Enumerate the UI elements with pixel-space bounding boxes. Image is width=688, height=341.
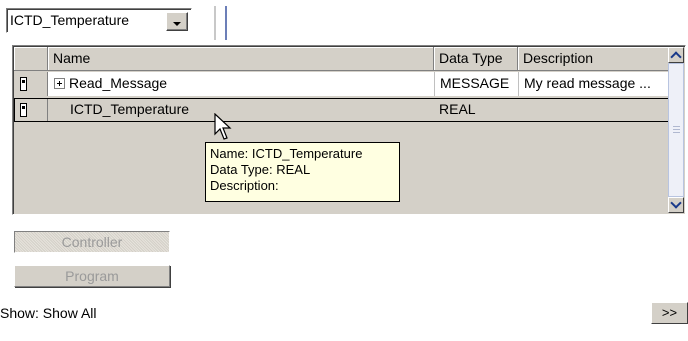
- cell-name: ICTD_Temperature: [48, 98, 434, 122]
- grip-line: [673, 129, 680, 130]
- scroll-up-button[interactable]: [668, 47, 684, 63]
- toolbar-divider: [214, 6, 216, 40]
- scroll-down-button[interactable]: [668, 197, 684, 213]
- tooltip-description-line: Description:: [210, 178, 279, 193]
- tag-icon: [20, 77, 27, 91]
- tooltip-type-line: Data Type: REAL: [210, 162, 311, 177]
- grip-line: [673, 132, 680, 133]
- vertical-scrollbar[interactable]: [668, 47, 684, 213]
- program-button[interactable]: Program: [14, 265, 170, 287]
- more-options-button[interactable]: >>: [651, 302, 688, 324]
- plus-icon[interactable]: [54, 78, 65, 89]
- cell-data-type: REAL: [434, 98, 518, 122]
- column-header-name[interactable]: Name: [48, 47, 434, 71]
- cell-description: [518, 98, 674, 122]
- chevron-down-icon: [670, 197, 682, 209]
- controller-button[interactable]: Controller: [14, 231, 170, 253]
- mouse-pointer-icon: [214, 113, 232, 140]
- tag-tooltip: Name: ICTD_Temperature Data Type: REAL D…: [205, 142, 400, 202]
- scrollbar-thumb[interactable]: [668, 63, 684, 197]
- combobox-dropdown-button[interactable]: [166, 12, 188, 31]
- row-name-text: Read_Message: [69, 75, 168, 91]
- chevron-up-icon: [670, 51, 682, 63]
- grip-line: [673, 126, 680, 127]
- row-tag-indicator: [14, 72, 48, 96]
- grid-header: Name Data Type Description: [14, 47, 674, 71]
- header-corner: [14, 47, 48, 71]
- row-tag-indicator: [14, 98, 48, 122]
- cell-data-type: MESSAGE: [434, 72, 518, 96]
- cell-description: My read message ...: [518, 72, 674, 96]
- scope-combobox-value: ICTD_Temperature: [10, 12, 130, 28]
- tooltip-name-line: Name: ICTD_Temperature: [210, 146, 363, 161]
- column-header-data-type[interactable]: Data Type: [434, 47, 518, 71]
- table-row[interactable]: Read_Message MESSAGE My read message ...: [14, 72, 674, 96]
- scope-combobox[interactable]: ICTD_Temperature: [6, 8, 192, 33]
- show-filter-label: Show: Show All: [0, 305, 97, 321]
- table-row[interactable]: ICTD_Temperature REAL: [14, 98, 674, 122]
- toolbar-divider-accent: [225, 6, 227, 40]
- cell-name: Read_Message: [48, 72, 434, 96]
- chevron-down-icon: [173, 22, 181, 26]
- column-header-description[interactable]: Description: [518, 47, 674, 71]
- tag-icon: [20, 103, 27, 117]
